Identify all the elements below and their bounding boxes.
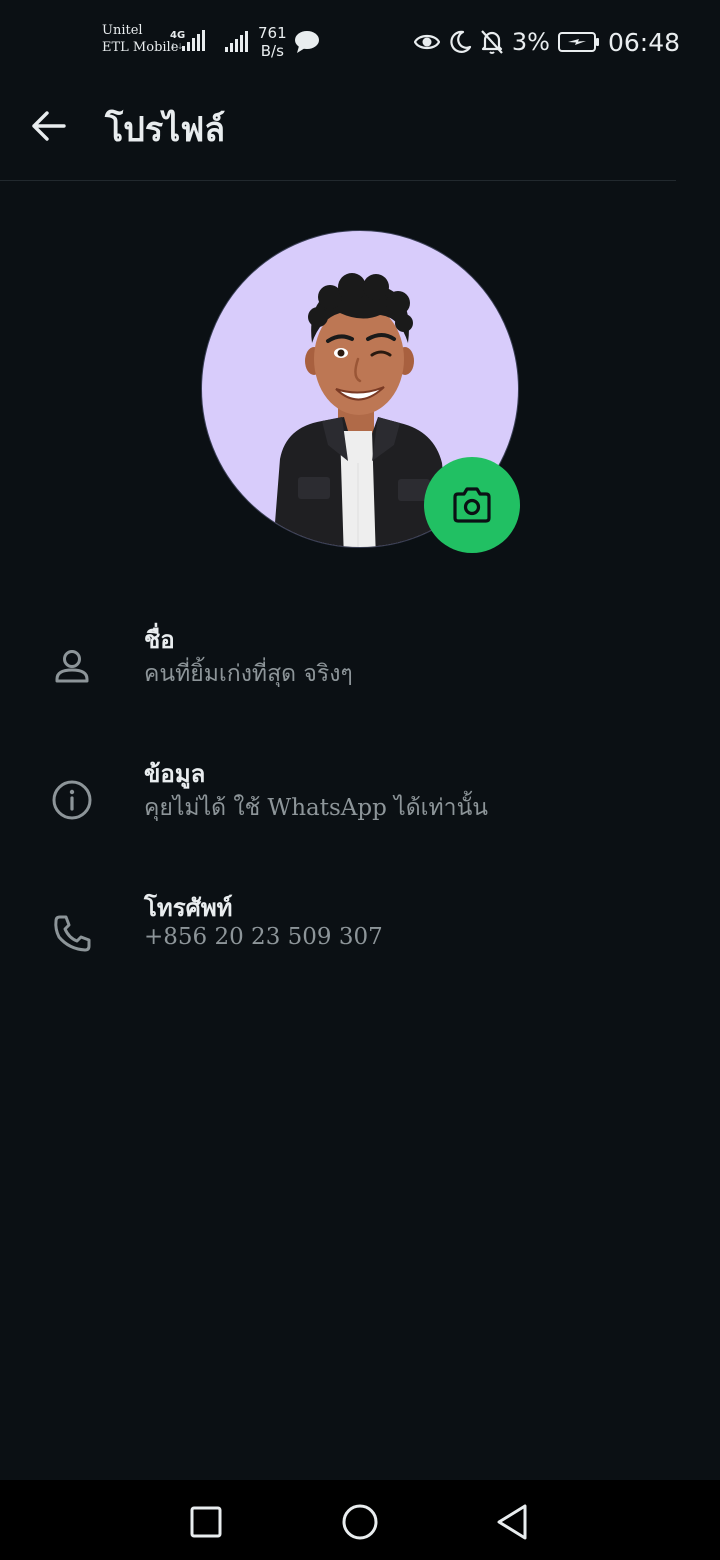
nav-back-button[interactable] (490, 1500, 534, 1544)
page-title: โปรไฟล์ (105, 110, 226, 150)
home-button[interactable] (338, 1500, 382, 1544)
battery-percent: 3% (511, 28, 550, 56)
carrier-name: Unitel ETL Mobile (102, 22, 178, 56)
message-bubble-icon (295, 31, 319, 53)
person-icon (48, 642, 96, 690)
name-row[interactable]: ชื่อ คนที่ยิ้มเก่งที่สุด จริงๆ (0, 620, 720, 720)
triangle-back-icon (497, 1504, 527, 1540)
change-photo-button[interactable] (424, 457, 520, 553)
network-type-label: 4G (170, 30, 185, 41)
mute-bell-icon (481, 30, 503, 54)
signal-strength-icon: 4G ↑↓ (170, 30, 205, 51)
carrier-line2: ETL Mobile (102, 40, 179, 55)
arrow-left-icon (32, 111, 66, 141)
about-row[interactable]: ข้อมูล คุยไม่ได้ ใช้ WhatsApp ได้เท่านั้… (0, 754, 720, 854)
about-label: ข้อมูล (144, 760, 206, 788)
phone-icon (48, 910, 96, 958)
carrier-line1: Unitel (102, 23, 143, 38)
circle-icon (342, 1504, 378, 1540)
net-speed-value: 761 (258, 24, 287, 42)
battery-charging-icon (557, 32, 599, 52)
app-bar-divider (0, 180, 676, 181)
name-value: คนที่ยิ้มเก่งที่สุด จริงๆ (144, 661, 353, 687)
status-bar-right: 3% 06:48 (413, 26, 680, 58)
back-button[interactable] (26, 104, 70, 148)
phone-row[interactable]: โทรศัพท์ +856 20 23 509 307 (0, 888, 720, 988)
net-speed: 761 B/s (258, 24, 287, 60)
moon-icon (450, 30, 471, 53)
info-icon (48, 776, 96, 824)
phone-value: +856 20 23 509 307 (144, 924, 383, 950)
about-value: คุยไม่ได้ ใช้ WhatsApp ได้เท่านั้น (144, 795, 489, 821)
svg-text:↑↓: ↑↓ (170, 42, 183, 51)
signal-strength-2-icon (225, 31, 248, 52)
net-speed-unit: B/s (260, 42, 284, 60)
clock: 06:48 (607, 27, 680, 57)
recents-button[interactable] (184, 1500, 228, 1544)
square-icon (190, 1506, 222, 1538)
phone-label: โทรศัพท์ (144, 894, 233, 922)
eye-icon (413, 34, 440, 50)
camera-icon (453, 487, 491, 523)
status-bar: Unitel ETL Mobile 4G ↑↓ 761 B/s 3% 06:48 (0, 0, 720, 84)
name-label: ชื่อ (144, 626, 175, 654)
system-nav-bar (0, 1480, 720, 1560)
app-bar: โปรไฟล์ (0, 84, 720, 180)
